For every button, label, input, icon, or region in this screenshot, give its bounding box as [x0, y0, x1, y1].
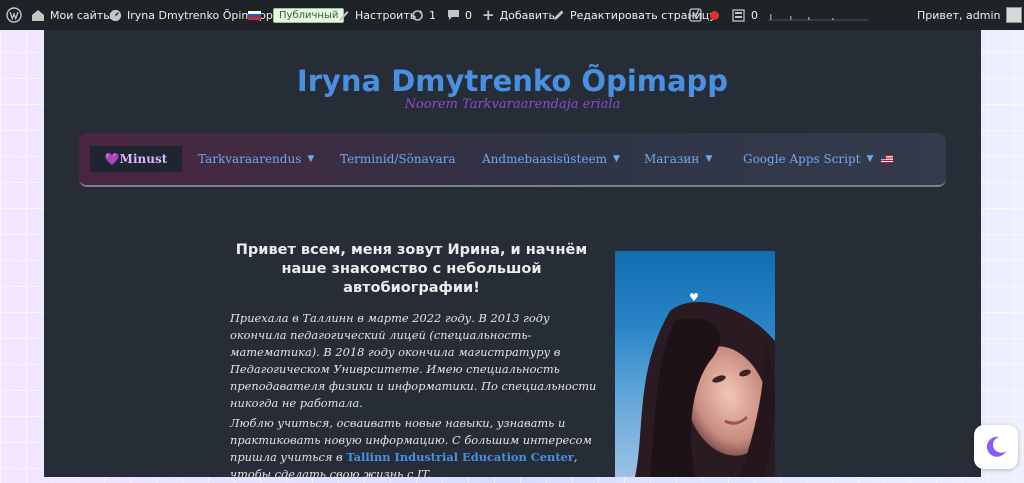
comment-icon: [448, 10, 459, 20]
intro-paragraph: Приехала в Таллинн в марте 2022 году. В …: [230, 311, 597, 410]
heart-icon: ♥: [689, 291, 699, 304]
us-flag-icon[interactable]: [881, 146, 893, 172]
nav-item-label: Terminid/Sõnavara: [340, 152, 456, 166]
updates-count: 1: [429, 8, 436, 22]
profile-photo: ♥: [615, 251, 775, 477]
nav-item-label: Магазин: [644, 152, 700, 166]
nav-item-minust[interactable]: 💜Minust: [90, 146, 182, 172]
avatar: [1005, 7, 1022, 23]
greeting-label: Привет, admin: [917, 8, 1001, 22]
nav-item-tarkvaraarendus[interactable]: Tarkvaraarendus ▼: [198, 146, 314, 172]
page-container: Iryna Dmytrenko Õpimapp Noorem Tarkvaraa…: [44, 30, 981, 481]
nav-item-terminid[interactable]: Terminid/Sõnavara: [340, 146, 456, 172]
stats-icon: [732, 8, 745, 22]
chevron-down-icon: ▼: [307, 154, 315, 164]
yoast-icon: [689, 8, 702, 22]
customize-link[interactable]: Настроить: [337, 0, 416, 30]
my-sites-label: Мои сайты: [50, 8, 112, 22]
nav-item-andmebaasisusteem[interactable]: Andmebaasisüsteem ▼: [482, 146, 620, 172]
my-sites-menu[interactable]: Мои сайты: [31, 0, 112, 30]
add-new-menu[interactable]: + Добавить: [482, 0, 555, 30]
comments-count: 0: [465, 8, 472, 22]
yoast-menu[interactable]: [689, 0, 702, 30]
nav-item-magazin[interactable]: Магазин ▼: [644, 146, 712, 172]
intro-heading: Привет всем, меня зовут Ирина, и начнём …: [235, 242, 588, 296]
chevron-down-icon: ▼: [866, 154, 874, 164]
updates-link[interactable]: 1: [411, 0, 436, 30]
nav-item-label: Andmebaasisüsteem: [482, 152, 607, 166]
add-new-label: Добавить: [499, 8, 555, 22]
plus-icon: +: [482, 6, 495, 24]
site-title[interactable]: Iryna Dmytrenko Õpimapp: [44, 64, 981, 98]
stats-link[interactable]: 0: [732, 0, 758, 30]
stats-count: 0: [751, 8, 758, 22]
chevron-down-icon: ▼: [705, 154, 713, 164]
nav-item-google-apps-script[interactable]: Google Apps Script ▼: [743, 146, 873, 172]
nav-item-label: Google Apps Script: [743, 152, 861, 166]
wordpress-logo-icon[interactable]: [6, 0, 22, 30]
seo-score-dot-icon: [710, 0, 719, 30]
brush-icon: [339, 10, 349, 21]
refresh-icon: [412, 9, 423, 21]
customize-label: Настроить: [355, 8, 417, 22]
comments-link[interactable]: 0: [447, 0, 472, 30]
public-badge-label: Публичный: [273, 7, 345, 23]
nav-item-label: 💜Minust: [104, 152, 168, 166]
account-menu[interactable]: Привет, admin: [917, 0, 1022, 30]
study-paragraph: Люблю учиться, осваивать новые навыки, у…: [230, 415, 600, 483]
pencil-icon: [554, 10, 564, 20]
dark-mode-toggle-button[interactable]: [974, 425, 1018, 469]
nav-item-label: Tarkvaraarendus: [198, 152, 302, 166]
public-status-badge: Публичный: [273, 0, 345, 30]
russian-flag-icon[interactable]: [248, 0, 261, 30]
dashboard-icon: [109, 9, 122, 21]
my-sites-icon: [32, 10, 44, 21]
chevron-down-icon: ▼: [613, 154, 620, 164]
main-navigation: 💜Minust Tarkvaraarendus ▼ Terminid/Sõnav…: [79, 133, 946, 187]
admin-bar: Мои сайты Iryna Dmytrenko Õpimapp Публич…: [0, 0, 1024, 30]
moon-icon: [986, 436, 1006, 457]
stats-sparkline-icon: [768, 0, 868, 30]
tallinn-ivkhk-link[interactable]: Tallinn Industrial Education Center: [346, 450, 574, 464]
site-tagline: Noorem Tarkvaraarendaja eriala: [404, 97, 621, 112]
